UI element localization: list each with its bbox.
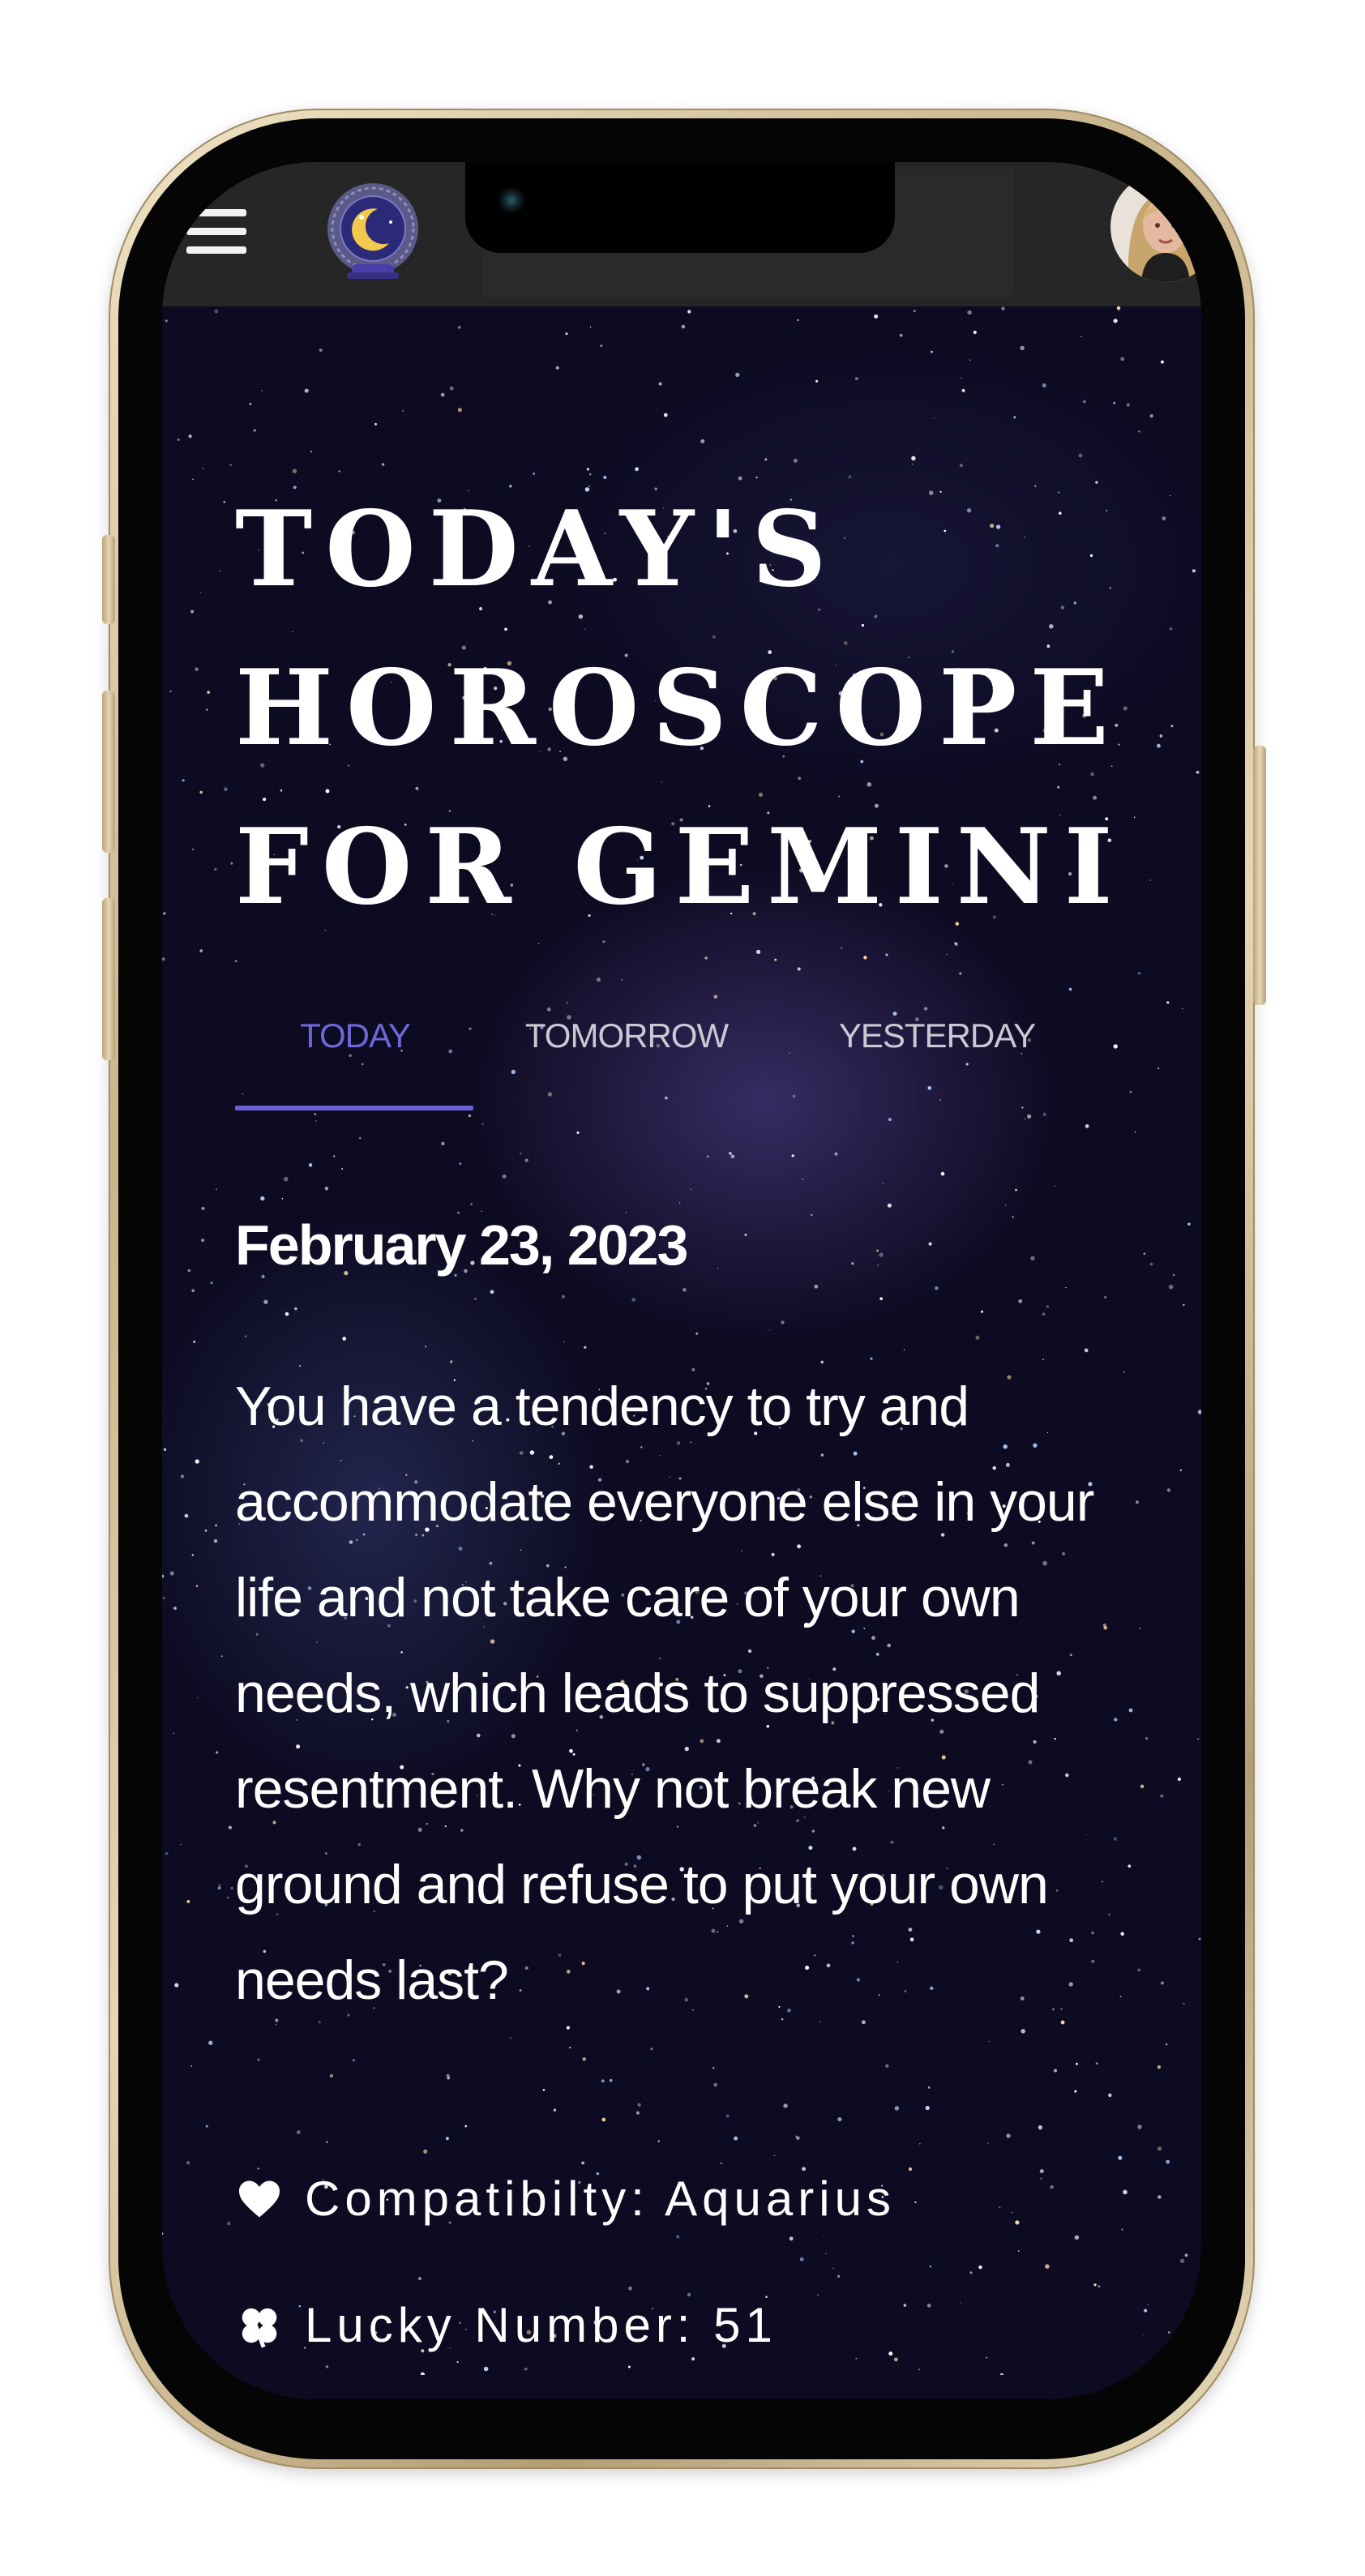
volume-up-button	[102, 691, 115, 853]
crescent-moon-crystal-ball-icon[interactable]	[324, 182, 421, 282]
heart-icon	[239, 2180, 280, 2217]
title-line-3: FOR GEMINI	[235, 807, 1126, 928]
page-title: TODAY'S HOROSCOPE FOR GEMINI	[235, 470, 1159, 947]
lucky-number-row: Lucky Number: 51	[235, 2297, 777, 2353]
camera-notch	[465, 162, 895, 253]
horoscope-text: You have a tendency to try and accommoda…	[235, 1376, 1094, 2011]
volume-down-button	[102, 898, 115, 1060]
screen: TODAY'S HOROSCOPE FOR GEMINI TODAY TOMOR…	[162, 162, 1201, 2399]
compatibility-row: Compatibilty: Aquarius	[235, 2171, 896, 2227]
hamburger-menu-icon[interactable]	[186, 209, 246, 255]
lucky-number-text: Lucky Number: 51	[305, 2298, 777, 2352]
compatibility-text: Compatibilty: Aquarius	[305, 2172, 896, 2226]
reading-date: February 23, 2023	[235, 1213, 688, 1277]
title-line-2: HOROSCOPE	[235, 648, 1122, 769]
tab-today[interactable]: TODAY	[292, 1016, 418, 1055]
clover-icon	[242, 2308, 277, 2347]
active-tab-indicator	[235, 1106, 473, 1110]
title-line-1: TODAY'S	[235, 489, 840, 610]
power-button	[1253, 746, 1266, 1005]
tab-yesterday[interactable]: YESTERDAY	[822, 1016, 1052, 1055]
user-avatar-image	[1110, 172, 1201, 282]
app-header	[162, 162, 1201, 306]
tab-tomorrow[interactable]: TOMORROW	[512, 1016, 741, 1055]
avatar[interactable]	[1110, 172, 1201, 282]
screen-bottom-edge	[162, 2375, 1201, 2399]
silent-switch	[102, 535, 115, 624]
front-camera-icon	[498, 186, 525, 214]
